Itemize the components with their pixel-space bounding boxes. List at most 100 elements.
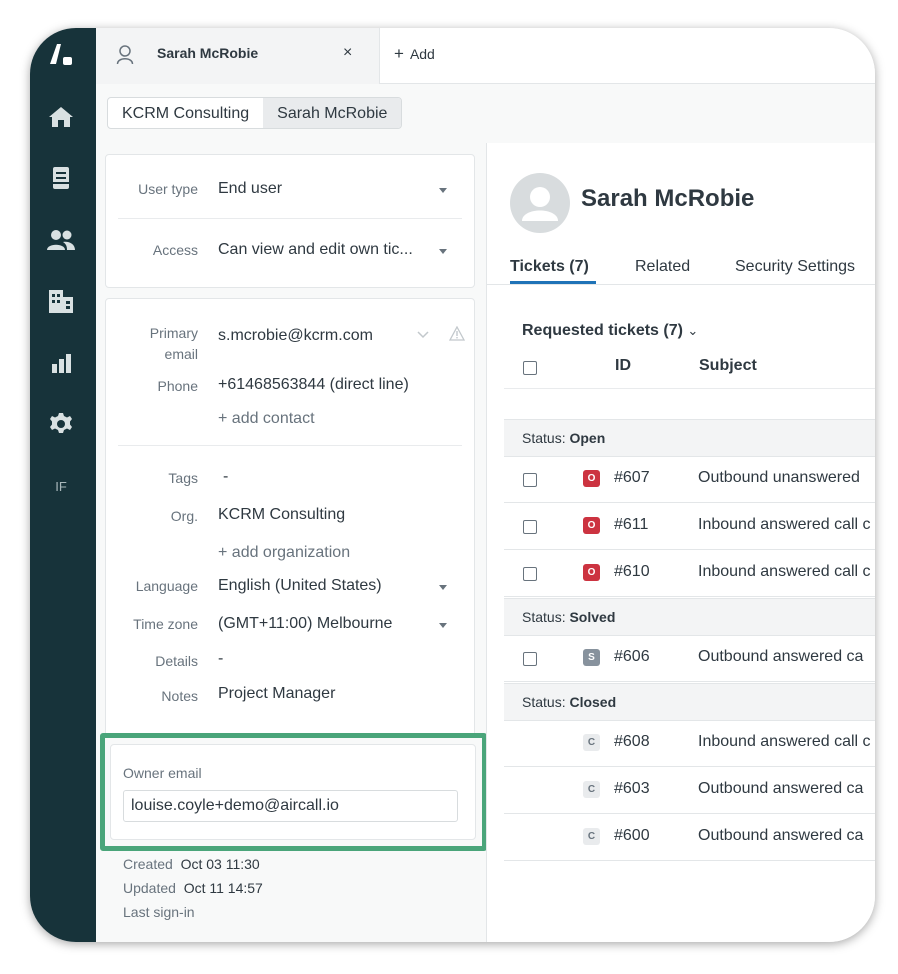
logo-icon[interactable]: [47, 40, 75, 68]
last-signin-label: Last sign-in: [123, 904, 195, 920]
table-row[interactable]: C #608 Inbound answered call c: [504, 720, 875, 767]
ticket-id[interactable]: #606: [614, 648, 650, 666]
user-name: Sarah McRobie: [581, 185, 755, 212]
tab-security-settings[interactable]: Security Settings: [735, 258, 855, 276]
user-detail-pane: Sarah McRobie Tickets (7) Related Securi…: [486, 143, 875, 942]
created-label: Created: [123, 856, 173, 872]
status-badge: O: [583, 517, 600, 534]
tab-user[interactable]: Sarah McRobie ×: [96, 28, 380, 84]
ticket-id[interactable]: #611: [614, 516, 648, 534]
organizations-icon[interactable]: [47, 287, 75, 315]
table-row[interactable]: C #603 Outbound answered ca: [504, 767, 875, 814]
access-select[interactable]: Can view and edit own tic...: [218, 241, 413, 259]
ticket-id[interactable]: #610: [614, 563, 650, 581]
tags-value[interactable]: -: [223, 468, 228, 486]
primary-email-value[interactable]: s.mcrobie@kcrm.com: [218, 327, 373, 345]
group-header-closed: Status: Closed: [504, 683, 875, 721]
row-checkbox[interactable]: [523, 473, 537, 487]
row-checkbox[interactable]: [523, 520, 537, 534]
row-checkbox[interactable]: [523, 567, 537, 581]
app-initials[interactable]: IF: [47, 472, 75, 500]
status-badge: O: [583, 470, 600, 487]
reporting-icon[interactable]: [47, 349, 75, 377]
ticket-subject[interactable]: Outbound unanswered: [698, 469, 860, 487]
ticket-id[interactable]: #607: [614, 469, 650, 487]
breadcrumb: KCRM Consulting Sarah McRobie: [107, 97, 403, 129]
language-label: Language: [135, 578, 198, 594]
org-value[interactable]: KCRM Consulting: [218, 506, 345, 524]
table-row[interactable]: S #606 Outbound answered ca: [504, 635, 875, 682]
tab-tickets[interactable]: Tickets (7): [510, 258, 589, 276]
table-row[interactable]: O #611 Inbound answered call c: [504, 503, 875, 550]
contact-details-card: Primary email s.mcrobie@kcrm.com Phone +…: [105, 298, 475, 738]
requested-tickets-title[interactable]: Requested tickets (7) ⌄: [522, 322, 698, 340]
customers-icon[interactable]: [47, 226, 75, 254]
table-row[interactable]: C #600 Outbound answered ca: [504, 814, 875, 861]
add-tab-label: Add: [409, 46, 435, 62]
ticket-id[interactable]: #608: [614, 733, 650, 751]
sidebar: IF: [30, 28, 96, 942]
ticket-subject[interactable]: Outbound answered ca: [698, 827, 863, 845]
chevron-down-icon[interactable]: [439, 188, 447, 193]
status-badge: S: [583, 649, 600, 666]
table-row[interactable]: O #610 Inbound answered call c: [504, 550, 875, 597]
language-select[interactable]: English (United States): [218, 577, 382, 595]
home-icon[interactable]: [47, 103, 75, 131]
phone-label: Phone: [157, 378, 198, 394]
app-initials-label: IF: [55, 478, 67, 494]
plus-icon: +: [394, 44, 404, 63]
user-type-select[interactable]: End user: [218, 180, 282, 198]
column-header-id[interactable]: ID: [615, 357, 631, 375]
ticket-subject[interactable]: Inbound answered call c: [698, 516, 871, 534]
status-badge: C: [583, 734, 600, 751]
tab-title: Sarah McRobie: [157, 45, 259, 61]
group-header-open: Status: Open: [504, 419, 875, 457]
top-bar: Sarah McRobie × + Add: [96, 28, 875, 84]
notes-value[interactable]: Project Manager: [218, 685, 335, 703]
timezone-select[interactable]: (GMT+11:00) Melbourne: [218, 615, 392, 633]
add-organization-link[interactable]: + add organization: [218, 544, 350, 562]
notes-label: Notes: [161, 688, 198, 704]
tab-related[interactable]: Related: [635, 258, 690, 276]
details-value[interactable]: -: [218, 650, 223, 668]
chevron-down-icon[interactable]: [417, 331, 429, 339]
chevron-down-icon[interactable]: [439, 249, 447, 254]
status-badge: O: [583, 564, 600, 581]
app-window: IF Sarah McRobie × + Add KCRM Consulting …: [30, 28, 875, 942]
row-checkbox[interactable]: [523, 652, 537, 666]
breadcrumb-organization[interactable]: KCRM Consulting: [108, 98, 263, 128]
tabs-divider: [487, 284, 875, 285]
add-contact-link[interactable]: + add contact: [218, 410, 315, 428]
owner-email-label: Owner email: [123, 765, 202, 781]
ticket-subject[interactable]: Outbound answered ca: [698, 780, 863, 798]
status-badge: C: [583, 828, 600, 845]
group-status: Solved: [569, 609, 616, 625]
chevron-down-icon[interactable]: [439, 623, 447, 628]
created-value: Oct 03 11:30: [180, 856, 260, 872]
close-icon[interactable]: ×: [343, 44, 352, 62]
ticket-subject[interactable]: Inbound answered call c: [698, 733, 871, 751]
user-type-card: User type End user Access Can view and e…: [105, 154, 475, 288]
ticket-subject[interactable]: Inbound answered call c: [698, 563, 871, 581]
column-header-subject[interactable]: Subject: [699, 357, 757, 375]
owner-email-input[interactable]: [123, 790, 458, 822]
ticket-id[interactable]: #603: [614, 780, 650, 798]
group-status: Closed: [569, 694, 617, 710]
group-status: Open: [569, 430, 606, 446]
ticket-subject[interactable]: Outbound answered ca: [698, 648, 863, 666]
tags-label: Tags: [168, 470, 198, 486]
settings-gear-icon[interactable]: [47, 410, 75, 438]
updated-meta: Updated Oct 11 14:57: [123, 880, 263, 896]
table-row[interactable]: O #607 Outbound unanswered: [504, 456, 875, 503]
details-label: Details: [155, 653, 198, 669]
header-divider: [504, 388, 875, 389]
breadcrumb-user[interactable]: Sarah McRobie: [263, 98, 402, 128]
ticket-id[interactable]: #600: [614, 827, 650, 845]
chevron-down-icon[interactable]: [439, 585, 447, 590]
phone-value[interactable]: +61468563844 (direct line): [218, 376, 409, 394]
add-tab-button[interactable]: + Add: [394, 44, 435, 64]
requested-tickets-label: Requested tickets (7): [522, 322, 683, 339]
user-icon: [116, 45, 134, 65]
views-icon[interactable]: [47, 164, 75, 192]
select-all-checkbox[interactable]: [523, 361, 537, 375]
